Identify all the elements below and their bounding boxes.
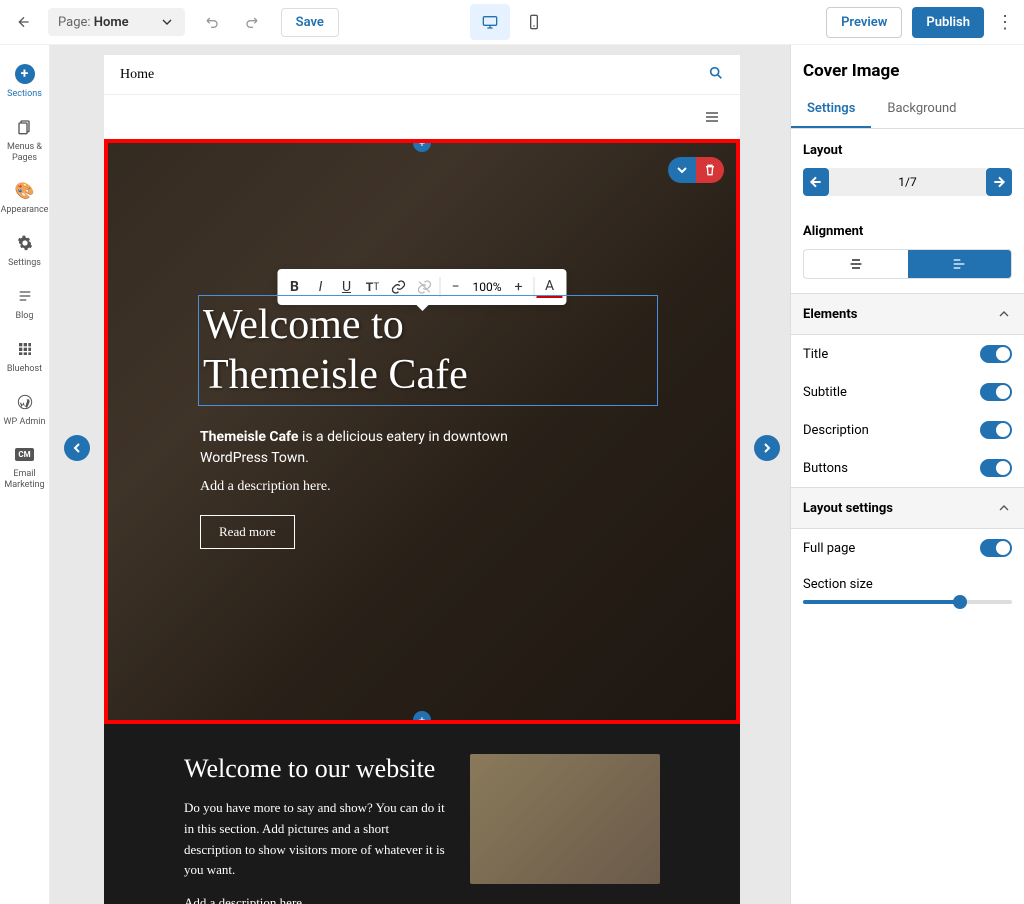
sidebar-item-settings[interactable]: Settings [0, 224, 50, 277]
sidebar-item-email-marketing[interactable]: CM Email Marketing [0, 435, 50, 499]
title-toggle[interactable] [980, 345, 1012, 363]
sidebar-item-appearance[interactable]: 🎨 Appearance [0, 171, 50, 224]
element-title-label: Title [803, 347, 828, 362]
layout-label: Layout [803, 143, 1012, 158]
section-size-slider[interactable] [803, 600, 1012, 604]
sidebar: + Sections Menus & Pages 🎨 Appearance Se… [0, 45, 50, 904]
element-buttons-label: Buttons [803, 461, 848, 476]
section-delete-button[interactable] [696, 157, 724, 183]
subtitle-toggle[interactable] [980, 383, 1012, 401]
cover-section[interactable]: + B I U TT − 100% + [104, 139, 740, 724]
sidebar-item-sections[interactable]: + Sections [0, 55, 50, 108]
align-center-button[interactable] [804, 250, 908, 278]
welcome-section[interactable]: Welcome to our website Do you have more … [104, 724, 740, 904]
read-more-button[interactable]: Read more [200, 515, 295, 549]
palette-icon: 🎨 [14, 179, 36, 201]
cover-subtitle[interactable]: Themeisle Cafe is a delicious eatery in … [200, 427, 540, 469]
tab-background[interactable]: Background [871, 91, 972, 128]
back-button[interactable] [8, 6, 40, 38]
element-subtitle-label: Subtitle [803, 385, 847, 400]
mobile-view-button[interactable] [514, 4, 554, 40]
lines-icon [14, 285, 36, 307]
sidebar-item-label: WP Admin [4, 417, 46, 428]
chevron-down-icon [159, 14, 175, 30]
section2-title: Welcome to our website [184, 754, 450, 784]
buttons-toggle[interactable] [980, 459, 1012, 477]
section2-desc: Add a description here. [184, 893, 450, 904]
section-handle-top[interactable]: + [413, 139, 431, 152]
gear-icon [14, 232, 36, 254]
redo-button[interactable] [237, 8, 265, 36]
page-label: Page: [58, 15, 91, 30]
sidebar-item-label: Settings [8, 258, 41, 269]
plus-circle-icon: + [15, 64, 35, 84]
sidebar-item-label: Sections [7, 89, 42, 100]
sidebar-item-label: Menus & Pages [0, 142, 50, 164]
section-prev-button[interactable] [64, 435, 90, 461]
grid-icon [14, 338, 36, 360]
sidebar-item-menus-pages[interactable]: Menus & Pages [0, 108, 50, 172]
search-icon[interactable] [708, 65, 724, 85]
sidebar-item-label: Bluehost [7, 364, 42, 375]
cm-icon: CM [15, 448, 33, 462]
sidebar-item-wpadmin[interactable]: WP Admin [0, 383, 50, 436]
element-description-label: Description [803, 423, 869, 438]
panel-title: Cover Image [791, 45, 1024, 91]
sidebar-item-label: Email Marketing [0, 469, 50, 491]
pages-icon [14, 116, 36, 138]
align-left-button[interactable] [908, 250, 1012, 278]
preview-button[interactable]: Preview [826, 7, 902, 38]
elements-accordion[interactable]: Elements [791, 293, 1024, 335]
right-panel: Cover Image Settings Background Layout 1… [790, 45, 1024, 904]
section-handle-bottom[interactable]: + [413, 711, 431, 724]
page-value: Home [94, 15, 129, 30]
hamburger-icon [704, 109, 720, 125]
wordpress-icon [14, 391, 36, 413]
desktop-view-button[interactable] [470, 4, 510, 40]
alignment-label: Alignment [803, 224, 1012, 239]
sidebar-item-label: Blog [16, 311, 34, 322]
cover-title-line2: Themeisle Cafe [203, 350, 653, 400]
section-next-button[interactable] [754, 435, 780, 461]
cover-title-line1: Welcome to [203, 300, 653, 350]
more-button[interactable]: ⋮ [994, 4, 1016, 40]
layout-count: 1/7 [829, 168, 986, 196]
chevron-up-icon [996, 306, 1012, 322]
site-menu[interactable] [104, 95, 740, 139]
canvas: Home + B I U TT [50, 45, 790, 904]
site-frame: Home + B I U TT [104, 55, 740, 904]
zoom-value: 100% [468, 280, 505, 294]
site-title[interactable]: Home [120, 67, 154, 83]
layout-next-button[interactable] [986, 168, 1012, 196]
section2-body: Do you have more to say and show? You ca… [184, 798, 450, 881]
topbar: Page: Home Save Preview Publish ⋮ [0, 0, 1024, 45]
section-collapse-button[interactable] [668, 157, 696, 183]
full-page-label: Full page [803, 541, 855, 556]
cover-description[interactable]: Add a description here. [200, 479, 331, 495]
sidebar-item-bluehost[interactable]: Bluehost [0, 330, 50, 383]
save-button[interactable]: Save [281, 8, 339, 37]
title-edit-box[interactable]: Welcome to Themeisle Cafe [198, 295, 658, 406]
site-header: Home [104, 55, 740, 95]
page-selector[interactable]: Page: Home [48, 8, 185, 36]
sidebar-item-blog[interactable]: Blog [0, 277, 50, 330]
chevron-up-icon [996, 500, 1012, 516]
layout-settings-accordion[interactable]: Layout settings [791, 487, 1024, 529]
section2-image[interactable] [470, 754, 660, 884]
full-page-toggle[interactable] [980, 539, 1012, 557]
description-toggle[interactable] [980, 421, 1012, 439]
sidebar-item-label: Appearance [1, 205, 49, 216]
publish-button[interactable]: Publish [912, 7, 984, 38]
layout-prev-button[interactable] [803, 168, 829, 196]
undo-button[interactable] [199, 8, 227, 36]
tab-settings[interactable]: Settings [791, 91, 871, 128]
section-size-label: Section size [803, 577, 1012, 592]
